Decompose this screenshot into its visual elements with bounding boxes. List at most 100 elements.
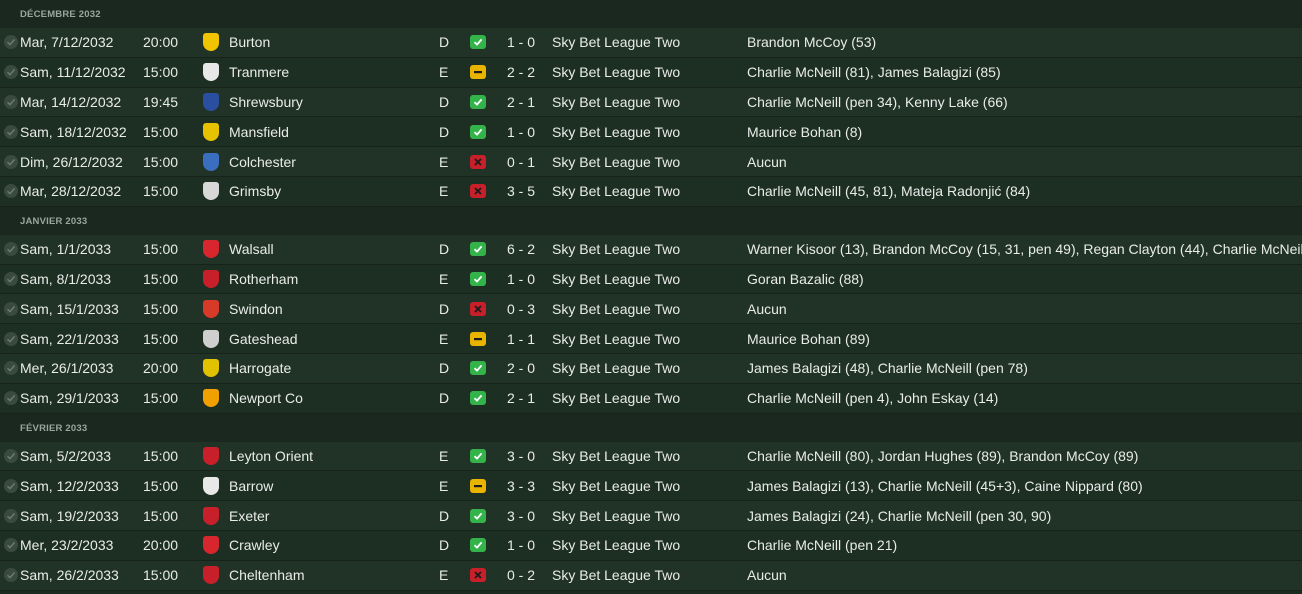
fixture-row[interactable]: Sam, 15/1/2033 15:00 Swindon D 0 - 3 Sky…: [0, 294, 1302, 325]
opponent-link[interactable]: Gateshead: [229, 331, 298, 347]
venue-indicator: D: [439, 34, 450, 51]
goal-scorers: Charlie McNeill (80), Jordan Hughes (89)…: [747, 447, 1139, 464]
checkmark-icon[interactable]: [4, 301, 18, 316]
venue-indicator: E: [439, 330, 449, 347]
checkmark-icon[interactable]: [4, 508, 18, 523]
fixture-row[interactable]: Sam, 19/2/2033 15:00 Exeter D 3 - 0 Sky …: [0, 501, 1302, 531]
fixture-row[interactable]: Sam, 1/1/2033 15:00 Walsall D 6 - 2 Sky …: [0, 234, 1302, 265]
goal-scorers: James Balagizi (24), Charlie McNeill (pe…: [747, 507, 1052, 524]
match-score[interactable]: 0 - 2: [507, 567, 535, 583]
match-score[interactable]: 6 - 2: [507, 241, 535, 257]
checkmark-icon[interactable]: [4, 568, 18, 583]
competition-link[interactable]: Sky Bet League Two: [552, 567, 680, 583]
opponent-link[interactable]: Newport Co: [229, 390, 303, 406]
checkmark-icon[interactable]: [4, 65, 18, 80]
match-date: Mar, 28/12/2032: [20, 183, 122, 200]
fixture-row[interactable]: Sam, 29/1/2033 15:00 Newport Co D 2 - 1 …: [0, 383, 1302, 414]
competition-link[interactable]: Sky Bet League Two: [552, 390, 680, 406]
month-header: Février 2033: [0, 413, 1302, 442]
fixture-row[interactable]: Sam, 12/2/2033 15:00 Barrow E 3 - 3 Sky …: [0, 471, 1302, 502]
opponent-link[interactable]: Cheltenham: [229, 567, 305, 583]
fixture-row[interactable]: Sam, 18/12/2032 15:00 Mansfield D 1 - 0 …: [0, 117, 1302, 148]
fixture-row[interactable]: Sam, 5/2/2033 15:00 Leyton Orient E 3 - …: [0, 441, 1302, 472]
fixture-row[interactable]: Sam, 8/1/2033 15:00 Rotherham E 1 - 0 Sk…: [0, 264, 1302, 295]
goal-scorers: Charlie McNeill (pen 34), Kenny Lake (66…: [747, 93, 1008, 110]
checkmark-icon[interactable]: [4, 361, 18, 376]
opponent-link[interactable]: Leyton Orient: [229, 448, 313, 464]
match-score[interactable]: 1 - 0: [507, 271, 535, 287]
opponent-link[interactable]: Grimsby: [229, 183, 281, 199]
checkmark-icon[interactable]: [4, 124, 18, 139]
kickoff-time: 15:00: [143, 447, 179, 464]
match-score[interactable]: 2 - 1: [507, 390, 535, 406]
opponent-link[interactable]: Colchester: [229, 154, 296, 170]
checkmark-icon[interactable]: [4, 271, 18, 286]
checkmark-icon[interactable]: [4, 478, 18, 493]
fixture-row[interactable]: Mar, 28/12/2032 15:00 Grimsby E 3 - 5 Sk…: [0, 176, 1302, 207]
checkmark-icon[interactable]: [4, 35, 18, 50]
opponent-link[interactable]: Harrogate: [229, 360, 291, 376]
checkmark-icon[interactable]: [4, 448, 18, 463]
competition-link[interactable]: Sky Bet League Two: [552, 301, 680, 317]
fixture-row[interactable]: Mer, 23/2/2033 20:00 Crawley D 1 - 0 Sky…: [0, 530, 1302, 561]
match-score[interactable]: 1 - 0: [507, 537, 535, 553]
match-score[interactable]: 2 - 1: [507, 94, 535, 110]
match-score[interactable]: 3 - 3: [507, 478, 535, 494]
checkmark-icon[interactable]: [4, 242, 18, 257]
competition-link[interactable]: Sky Bet League Two: [552, 94, 680, 110]
opponent-link[interactable]: Crawley: [229, 537, 280, 553]
checkmark-icon[interactable]: [4, 538, 18, 553]
opponent-link[interactable]: Barrow: [229, 478, 273, 494]
opponent-link[interactable]: Burton: [229, 34, 270, 50]
competition-link[interactable]: Sky Bet League Two: [552, 360, 680, 376]
competition-link[interactable]: Sky Bet League Two: [552, 34, 680, 50]
competition-link[interactable]: Sky Bet League Two: [552, 124, 680, 140]
competition-link[interactable]: Sky Bet League Two: [552, 448, 680, 464]
fixture-row[interactable]: Mar, 14/12/2032 19:45 Shrewsbury D 2 - 1…: [0, 87, 1302, 118]
match-score[interactable]: 2 - 2: [507, 64, 535, 80]
kickoff-time: 15:00: [143, 241, 179, 258]
checkmark-icon[interactable]: [4, 184, 18, 199]
match-score[interactable]: 1 - 0: [507, 124, 535, 140]
fixture-row[interactable]: Mer, 26/1/2033 20:00 Harrogate D 2 - 0 S…: [0, 353, 1302, 384]
match-score[interactable]: 3 - 5: [507, 183, 535, 199]
fixture-row[interactable]: Dim, 26/12/2032 15:00 Colchester E 0 - 1…: [0, 147, 1302, 177]
competition-link[interactable]: Sky Bet League Two: [552, 241, 680, 257]
checkmark-icon[interactable]: [4, 331, 18, 346]
opponent-link[interactable]: Shrewsbury: [229, 94, 303, 110]
match-date: Dim, 26/12/2032: [20, 153, 123, 170]
opponent-link[interactable]: Walsall: [229, 241, 274, 257]
win-icon: [470, 94, 486, 109]
competition-link[interactable]: Sky Bet League Two: [552, 537, 680, 553]
match-date: Sam, 15/1/2033: [20, 300, 119, 317]
checkmark-icon[interactable]: [4, 154, 18, 169]
opponent-link[interactable]: Mansfield: [229, 124, 289, 140]
kickoff-time: 15:00: [143, 123, 179, 140]
match-score[interactable]: 3 - 0: [507, 508, 535, 524]
opponent-link[interactable]: Rotherham: [229, 271, 298, 287]
competition-link[interactable]: Sky Bet League Two: [552, 508, 680, 524]
competition-link[interactable]: Sky Bet League Two: [552, 154, 680, 170]
match-score[interactable]: 2 - 0: [507, 360, 535, 376]
venue-indicator: E: [439, 64, 449, 81]
checkmark-icon[interactable]: [4, 391, 18, 406]
goal-scorers: Brandon McCoy (53): [747, 34, 877, 51]
checkmark-icon[interactable]: [4, 94, 18, 109]
match-score[interactable]: 0 - 3: [507, 301, 535, 317]
opponent-link[interactable]: Tranmere: [229, 64, 289, 80]
competition-link[interactable]: Sky Bet League Two: [552, 478, 680, 494]
opponent-link[interactable]: Swindon: [229, 301, 283, 317]
competition-link[interactable]: Sky Bet League Two: [552, 183, 680, 199]
competition-link[interactable]: Sky Bet League Two: [552, 271, 680, 287]
match-score[interactable]: 0 - 1: [507, 154, 535, 170]
fixture-row[interactable]: Sam, 22/1/2033 15:00 Gateshead E 1 - 1 S…: [0, 324, 1302, 354]
match-score[interactable]: 3 - 0: [507, 448, 535, 464]
competition-link[interactable]: Sky Bet League Two: [552, 331, 680, 347]
fixture-row[interactable]: Sam, 11/12/2032 15:00 Tranmere E 2 - 2 S…: [0, 57, 1302, 88]
match-score[interactable]: 1 - 1: [507, 331, 535, 347]
fixture-row[interactable]: Sam, 26/2/2033 15:00 Cheltenham E 0 - 2 …: [0, 560, 1302, 591]
fixture-row[interactable]: Mar, 7/12/2032 20:00 Burton D 1 - 0 Sky …: [0, 28, 1302, 58]
competition-link[interactable]: Sky Bet League Two: [552, 64, 680, 80]
opponent-link[interactable]: Exeter: [229, 508, 269, 524]
match-score[interactable]: 1 - 0: [507, 34, 535, 50]
